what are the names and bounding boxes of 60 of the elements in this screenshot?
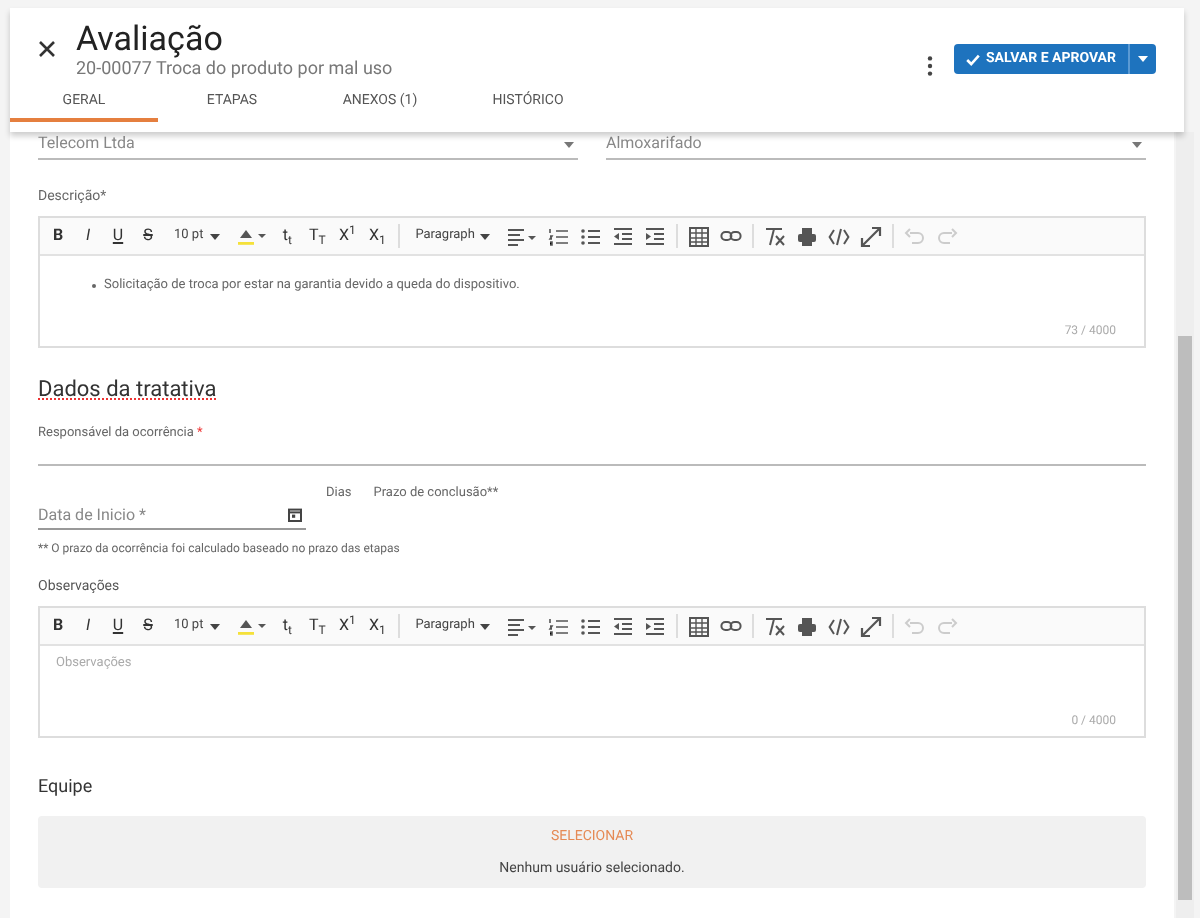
underline-button[interactable]: U (108, 224, 128, 248)
responsible-input-line[interactable] (38, 464, 1146, 466)
bullet-list-icon[interactable] (580, 615, 603, 637)
strikethrough-button[interactable]: S (138, 224, 158, 248)
format-button[interactable]: X$^{1}$ (337, 616, 358, 636)
caret-icon (564, 141, 574, 147)
record-subtitle: 20-00077 Troca do produto por mal uso (76, 60, 393, 82)
more-icon[interactable] (925, 56, 934, 76)
link-icon[interactable] (720, 615, 743, 637)
indent-icon[interactable] (644, 615, 667, 637)
numbered-list-icon[interactable] (548, 615, 571, 637)
table-icon[interactable] (688, 615, 711, 637)
dropdown-toggle-button[interactable] (1128, 44, 1156, 74)
format-button[interactable]: I (78, 226, 98, 246)
caret-icon (1132, 141, 1142, 147)
align-icon[interactable] (506, 615, 539, 637)
caret-icon (209, 233, 220, 239)
outdent-icon[interactable] (612, 225, 635, 247)
caret-icon (209, 623, 220, 629)
format-button[interactable]: B (48, 226, 68, 246)
format-button[interactable]: T$_{T}$ (307, 616, 328, 636)
caret-icon (1138, 56, 1148, 62)
calendar-icon[interactable] (288, 508, 302, 522)
check-icon (965, 53, 980, 65)
scrollbar[interactable] (1176, 132, 1194, 918)
date-field[interactable]: Data de Inicio * (38, 500, 306, 530)
table-icon[interactable] (688, 225, 711, 247)
fill-color-icon[interactable] (235, 615, 268, 637)
outdent-icon[interactable] (612, 615, 635, 637)
code-icon[interactable] (828, 615, 851, 637)
format-button[interactable]: I (78, 616, 98, 636)
caret-icon (480, 623, 491, 629)
close-icon[interactable] (38, 40, 56, 58)
format-button[interactable]: X$_{1}$ (367, 616, 388, 636)
expand-icon[interactable] (860, 225, 883, 247)
expand-icon[interactable] (860, 615, 883, 637)
format-button[interactable]: X$_{1}$ (367, 226, 388, 246)
format-button[interactable]: X$^{1}$ (337, 226, 358, 246)
format-button[interactable]: B (48, 616, 68, 636)
format-button[interactable]: t$_{t}$ (277, 226, 298, 246)
caret-icon (480, 233, 491, 239)
bullet-list-icon[interactable] (580, 225, 603, 247)
fill-color-icon[interactable] (235, 225, 268, 247)
numbered-list-icon[interactable] (548, 225, 571, 247)
select-field[interactable]: Almoxarifado (606, 130, 1146, 160)
format-button[interactable]: t$_{t}$ (277, 616, 298, 636)
scrollbar-thumb[interactable] (1178, 336, 1192, 900)
strikethrough-button[interactable]: S (138, 614, 158, 638)
indent-icon[interactable] (644, 225, 667, 247)
clear-format-icon[interactable] (764, 225, 787, 247)
align-icon[interactable] (506, 225, 539, 247)
page-title: Avaliação (76, 20, 225, 60)
select-field[interactable]: Telecom Ltda (38, 130, 578, 160)
underline-button[interactable]: U (108, 614, 128, 638)
link-icon[interactable] (720, 225, 743, 247)
section-title: Equipe (38, 778, 93, 800)
format-button[interactable]: T$_{T}$ (307, 226, 328, 246)
section-title: Dados da tratativa (38, 376, 217, 402)
code-icon[interactable] (828, 225, 851, 247)
clear-format-icon[interactable] (764, 615, 787, 637)
